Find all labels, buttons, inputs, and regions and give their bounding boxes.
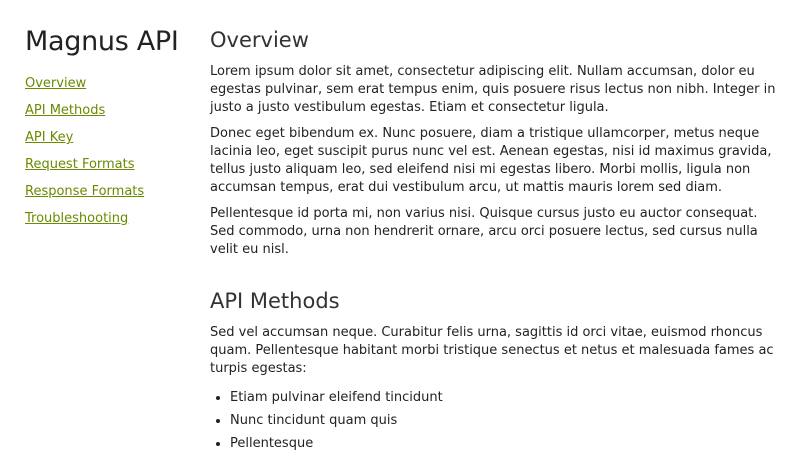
sidebar-item-response-formats: Response Formats <box>25 180 195 207</box>
overview-paragraph-2: Donec eget bibendum ex. Nunc posuere, di… <box>210 126 772 195</box>
sidebar-nav: Overview API Methods API Key Request For… <box>25 72 195 234</box>
sidebar-item-api-methods: API Methods <box>25 99 195 126</box>
api-methods-paragraph-1: Sed vel accumsan neque. Curabitur felis … <box>210 325 774 376</box>
section-api-methods: API Methods Sed vel accumsan neque. Cura… <box>210 285 782 455</box>
main-content: Overview Lorem ipsum dolor sit amet, con… <box>210 24 782 455</box>
bullet-item: Etiam pulvinar eleifend tincidunt <box>230 386 782 409</box>
sidebar-item-troubleshooting: Troubleshooting <box>25 207 195 234</box>
overview-paragraph-1: Lorem ipsum dolor sit amet, consectetur … <box>210 64 776 115</box>
section-title-api-methods: API Methods <box>210 289 340 313</box>
bullet-item: Nunc tincidunt quam quis <box>230 409 782 432</box>
api-methods-bullet-list: Etiam pulvinar eleifend tincidunt Nunc t… <box>210 386 782 455</box>
section-title-overview: Overview <box>210 28 309 52</box>
sidebar: Magnus API Overview API Methods API Key … <box>25 22 195 234</box>
sidebar-item-api-key: API Key <box>25 126 195 153</box>
nav-link-response-formats[interactable]: Response Formats <box>25 184 144 199</box>
bullet-item: Pellentesque <box>230 432 782 455</box>
sidebar-item-overview: Overview <box>25 72 195 99</box>
overview-paragraph-3: Pellentesque id porta mi, non varius nis… <box>210 206 758 257</box>
nav-link-api-methods[interactable]: API Methods <box>25 103 105 118</box>
nav-link-request-formats[interactable]: Request Formats <box>25 157 135 172</box>
sidebar-item-request-formats: Request Formats <box>25 153 195 180</box>
nav-link-troubleshooting[interactable]: Troubleshooting <box>25 211 128 226</box>
nav-link-overview[interactable]: Overview <box>25 76 86 91</box>
nav-link-api-key[interactable]: API Key <box>25 130 73 145</box>
section-overview: Overview Lorem ipsum dolor sit amet, con… <box>210 24 782 259</box>
site-title: Magnus API <box>25 26 179 57</box>
